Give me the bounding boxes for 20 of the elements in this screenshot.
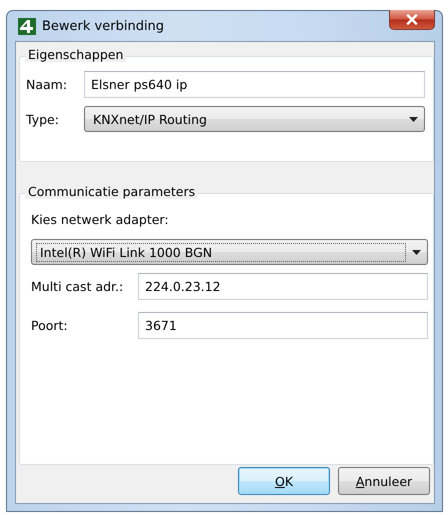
dropdown[interactable]: KNXnet/IP Routing bbox=[84, 106, 425, 132]
close-icon bbox=[406, 14, 418, 25]
field-label: Type: bbox=[26, 112, 60, 126]
window-title: Bewerk verbinding bbox=[42, 18, 166, 34]
group-title: Communicatie parameters bbox=[25, 184, 198, 199]
group-title: Eigenschappen bbox=[25, 47, 126, 62]
dialog-button[interactable]: Annuleer bbox=[338, 467, 430, 495]
dialog-button[interactable]: OK bbox=[238, 467, 330, 495]
dropdown[interactable]: Intel(R) WiFi Link 1000 BGN bbox=[31, 239, 428, 265]
dropdown-arrow-icon bbox=[409, 116, 418, 122]
field-label: Kies netwerk adapter: bbox=[31, 212, 170, 227]
input-field[interactable]: Elsner ps640 ip bbox=[84, 71, 425, 98]
close-button[interactable] bbox=[389, 10, 435, 30]
field-label: Multi cast adr.: bbox=[31, 279, 124, 294]
dropdown-arrow-icon bbox=[412, 250, 421, 254]
input-field[interactable]: 3671 bbox=[138, 312, 428, 339]
field-label: Poort: bbox=[31, 318, 69, 333]
field-label: Naam: bbox=[26, 77, 68, 92]
app-logo-icon bbox=[18, 18, 36, 34]
input-field[interactable]: 224.0.23.12 bbox=[138, 273, 428, 300]
